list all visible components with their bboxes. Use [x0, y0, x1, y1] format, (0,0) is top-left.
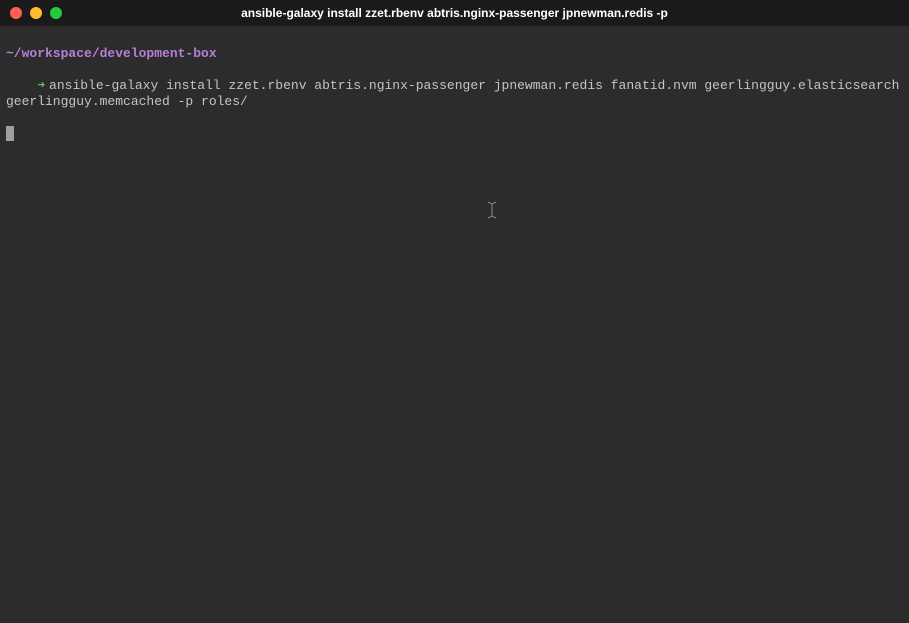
cursor-line [6, 126, 903, 142]
blank-line [6, 30, 903, 46]
command-text: ansible-galaxy install zzet.rbenv abtris… [6, 78, 907, 109]
text-cursor-icon [487, 201, 497, 223]
cursor-block-icon [6, 126, 14, 141]
traffic-lights [10, 7, 62, 19]
prompt-arrow-icon: ➜ [37, 78, 45, 93]
window-titlebar: ansible-galaxy install zzet.rbenv abtris… [0, 0, 909, 26]
window-title: ansible-galaxy install zzet.rbenv abtris… [0, 6, 909, 20]
close-icon[interactable] [10, 7, 22, 19]
terminal-body[interactable]: ~/workspace/development-box ➜ansible-gal… [0, 26, 909, 623]
prompt-line: ➜ansible-galaxy install zzet.rbenv abtri… [6, 62, 903, 126]
current-directory: ~/workspace/development-box [6, 46, 903, 62]
minimize-icon[interactable] [30, 7, 42, 19]
zoom-icon[interactable] [50, 7, 62, 19]
